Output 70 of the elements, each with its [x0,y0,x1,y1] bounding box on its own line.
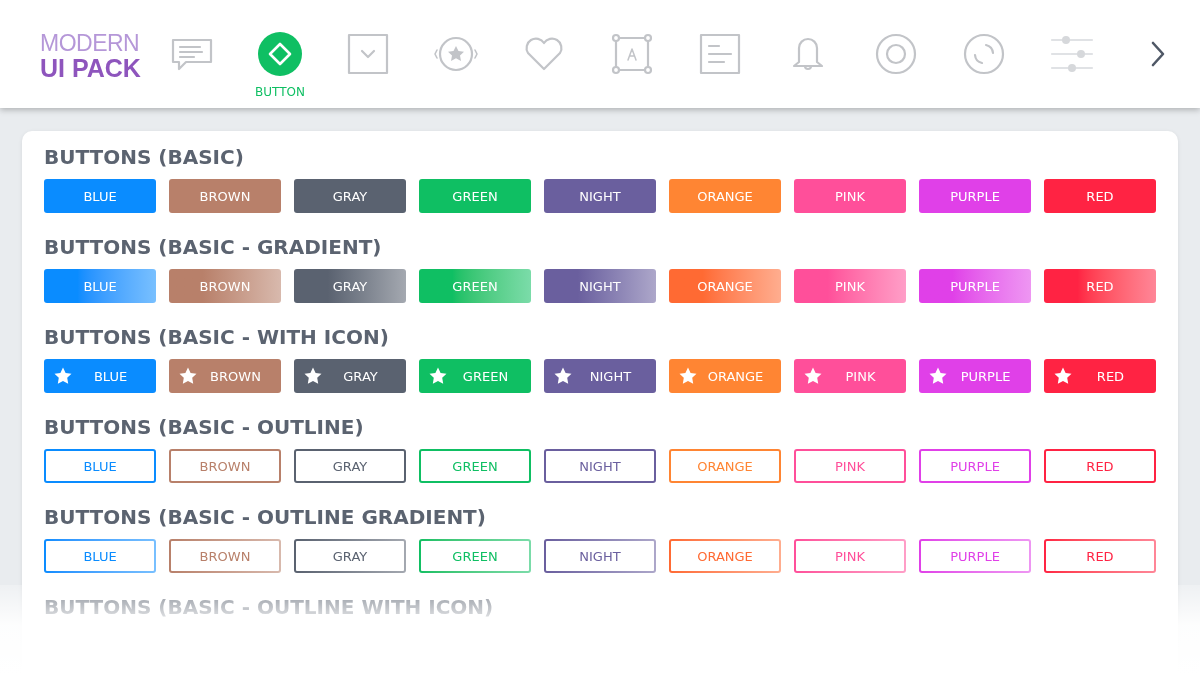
color-button[interactable]: PINK [794,179,906,213]
logo-text: MODERN [40,32,141,55]
color-button[interactable]: GRAY [294,539,406,573]
color-button[interactable]: RED [1044,269,1156,303]
color-button[interactable]: PINK [794,359,906,393]
color-button[interactable]: ORANGE [669,539,781,573]
star-icon [428,366,448,386]
star-icon [803,366,823,386]
logo-text: UI PACK [40,56,142,81]
color-button[interactable]: PURPLE [919,539,1031,573]
nav-label: BUTTON [255,85,305,99]
color-button[interactable]: PURPLE [919,269,1031,303]
loader-icon[interactable] [962,32,1006,76]
color-button[interactable]: RED [1044,359,1156,393]
color-button[interactable]: BLUE [44,539,156,573]
textbox-icon[interactable] [610,32,654,76]
color-button[interactable]: GREEN [419,359,531,393]
color-button[interactable]: BROWN [169,359,281,393]
color-button[interactable]: ORANGE [669,449,781,483]
list-icon[interactable] [698,32,742,76]
color-button[interactable]: GREEN [419,269,531,303]
color-button[interactable]: GRAY [294,269,406,303]
star-icon [53,366,73,386]
star-icon [928,366,948,386]
color-button[interactable]: BROWN [169,449,281,483]
color-button[interactable]: PURPLE [919,449,1031,483]
chevron-right-icon[interactable] [1150,40,1166,68]
color-button[interactable]: NIGHT [544,449,656,483]
star-icon [1053,366,1073,386]
section-title: BUTTONS (BASIC - OUTLINE GRADIENT) [44,504,487,531]
color-button[interactable]: GRAY [294,359,406,393]
color-button[interactable]: BROWN [169,539,281,573]
color-button[interactable]: PINK [794,539,906,573]
section-title: BUTTONS (BASIC - OUTLINE) [44,414,365,441]
color-button[interactable]: GRAY [294,449,406,483]
star-icon [678,366,698,386]
section-title: BUTTONS (BASIC - WITH ICON) [44,324,390,351]
color-button[interactable]: RED [1044,179,1156,213]
color-button[interactable]: NIGHT [544,359,656,393]
color-button[interactable]: ORANGE [669,179,781,213]
color-button[interactable]: NIGHT [544,539,656,573]
star-icon [178,366,198,386]
color-button[interactable]: GRAY [294,179,406,213]
star-icon [553,366,573,386]
color-button[interactable]: GREEN [419,449,531,483]
color-button[interactable]: PURPLE [919,179,1031,213]
color-button[interactable]: GREEN [419,179,531,213]
color-button[interactable]: PURPLE [919,359,1031,393]
button-icon[interactable] [258,32,302,76]
color-button[interactable]: NIGHT [544,269,656,303]
section-title: BUTTONS (BASIC) [44,144,245,171]
color-button[interactable]: BLUE [44,269,156,303]
section-title: BUTTONS (BASIC - OUTLINE WITH ICON) [44,594,495,621]
color-button[interactable]: BROWN [169,269,281,303]
dropdown-icon[interactable] [346,32,390,76]
color-button[interactable]: BLUE [44,449,156,483]
color-button[interactable]: BLUE [44,359,156,393]
color-button[interactable]: RED [1044,449,1156,483]
color-button[interactable]: ORANGE [669,359,781,393]
color-button[interactable]: GREEN [419,539,531,573]
color-button[interactable]: NIGHT [544,179,656,213]
color-button[interactable]: ORANGE [669,269,781,303]
section-title: BUTTONS (BASIC - GRADIENT) [44,234,383,261]
color-button[interactable]: BLUE [44,179,156,213]
color-button[interactable]: BROWN [169,179,281,213]
color-button[interactable]: PINK [794,269,906,303]
color-button[interactable]: RED [1044,539,1156,573]
star-icon [303,366,323,386]
color-button[interactable]: PINK [794,449,906,483]
radio-icon[interactable] [874,32,918,76]
